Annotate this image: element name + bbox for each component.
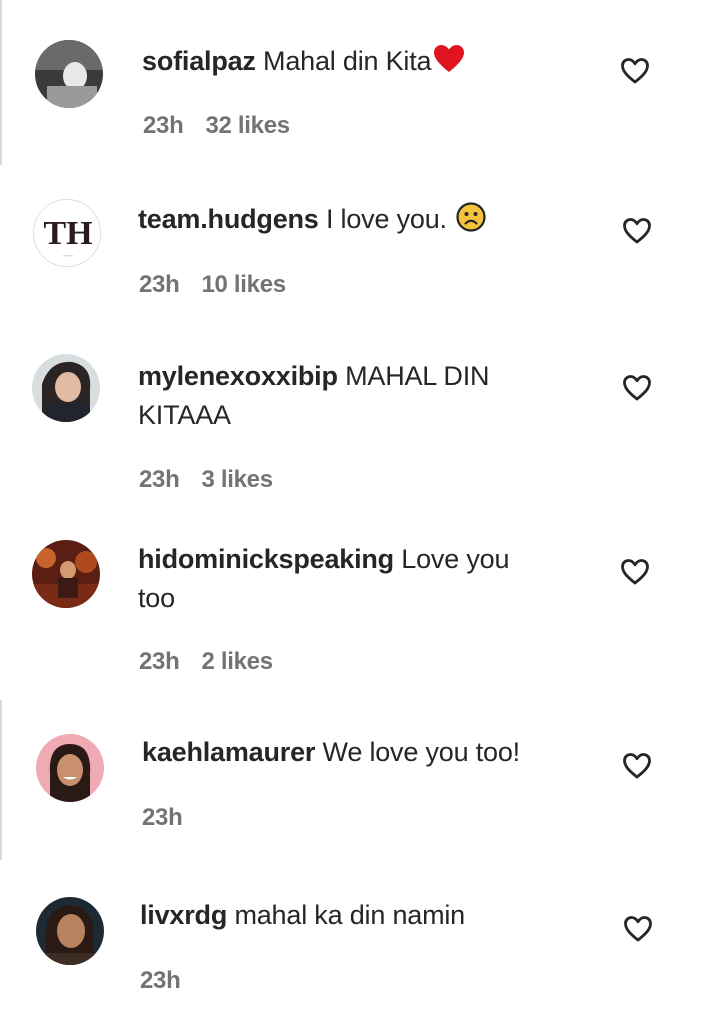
comment-text: hidominickspeaking Love you too bbox=[138, 540, 509, 618]
avatar[interactable] bbox=[36, 734, 104, 802]
timestamp: 23h bbox=[139, 271, 180, 298]
heart-outline-icon[interactable] bbox=[622, 217, 652, 245]
comment-body: mahal ka din namin bbox=[234, 900, 465, 930]
timestamp: 23h bbox=[140, 967, 181, 994]
heart-outline-icon[interactable] bbox=[622, 752, 652, 780]
comment-text: kaehlamaurer We love you too! bbox=[142, 733, 520, 772]
username-link[interactable]: livxrdg bbox=[140, 900, 227, 930]
comment-meta: 23h 32 likes bbox=[143, 112, 290, 140]
heart-outline-icon[interactable] bbox=[620, 57, 650, 85]
likes-count[interactable]: 2 likes bbox=[201, 648, 273, 675]
avatar[interactable]: TH ~~~ bbox=[33, 199, 101, 267]
comment-item: kaehlamaurer We love you too! 23h bbox=[0, 700, 707, 860]
comment-body: I love you. bbox=[325, 204, 447, 234]
svg-text:~~~: ~~~ bbox=[63, 254, 73, 260]
avatar-logo-text: TH bbox=[43, 215, 92, 252]
username-link[interactable]: sofialpaz bbox=[142, 46, 256, 76]
comment-body-line2: KITAAA bbox=[138, 400, 231, 430]
comment-meta: 23h bbox=[142, 804, 183, 832]
comment-body: Mahal din Kita bbox=[263, 46, 432, 76]
likes-count[interactable]: 3 likes bbox=[201, 466, 273, 493]
heart-outline-icon[interactable] bbox=[622, 374, 652, 402]
timestamp: 23h bbox=[143, 112, 184, 139]
comment-body: We love you too! bbox=[322, 737, 521, 767]
username-link[interactable]: team.hudgens bbox=[138, 204, 319, 234]
timestamp: 23h bbox=[139, 648, 180, 675]
timestamp: 23h bbox=[139, 466, 180, 493]
heart-outline-icon[interactable] bbox=[623, 915, 653, 943]
comment-text: team.hudgens I love you. bbox=[138, 200, 486, 243]
comment-text: sofialpaz Mahal din Kita bbox=[142, 42, 465, 85]
comment-meta: 23h 2 likes bbox=[139, 648, 273, 676]
username-link[interactable]: hidominickspeaking bbox=[138, 544, 394, 574]
avatar[interactable] bbox=[32, 354, 100, 422]
comment-item: mylenexoxxibip MAHAL DIN KITAAA 23h 3 lik… bbox=[0, 330, 707, 515]
comment-body: MAHAL DIN bbox=[345, 361, 490, 391]
red-heart-emoji bbox=[433, 44, 465, 85]
comment-meta: 23h 3 likes bbox=[139, 466, 273, 494]
username-link[interactable]: kaehlamaurer bbox=[142, 737, 315, 767]
comment-meta: 23h 10 likes bbox=[139, 271, 286, 299]
avatar[interactable] bbox=[32, 540, 100, 608]
comment-meta: 23h bbox=[140, 967, 181, 995]
comment-item: hidominickspeaking Love you too 23h 2 lik… bbox=[0, 515, 707, 700]
comment-item: TH ~~~ team.hudgens I love you. 23h 10 li… bbox=[0, 165, 707, 330]
comment-body-line2: too bbox=[138, 583, 175, 613]
likes-count[interactable]: 10 likes bbox=[201, 271, 286, 298]
comment-text: mylenexoxxibip MAHAL DIN KITAAA bbox=[138, 357, 490, 435]
frowning-face-emoji bbox=[456, 202, 486, 243]
comment-text: livxrdg mahal ka din namin bbox=[140, 896, 465, 935]
timestamp: 23h bbox=[142, 804, 183, 831]
heart-outline-icon[interactable] bbox=[620, 558, 650, 586]
username-link[interactable]: mylenexoxxibip bbox=[138, 361, 338, 391]
comment-item: livxrdg mahal ka din namin 23h bbox=[0, 860, 707, 1024]
likes-count[interactable]: 32 likes bbox=[205, 112, 290, 139]
comment-item: sofialpaz Mahal din Kita 23h 32 likes bbox=[0, 0, 707, 165]
avatar[interactable] bbox=[35, 40, 103, 108]
avatar[interactable] bbox=[36, 897, 104, 965]
comment-body: Love you bbox=[401, 544, 510, 574]
